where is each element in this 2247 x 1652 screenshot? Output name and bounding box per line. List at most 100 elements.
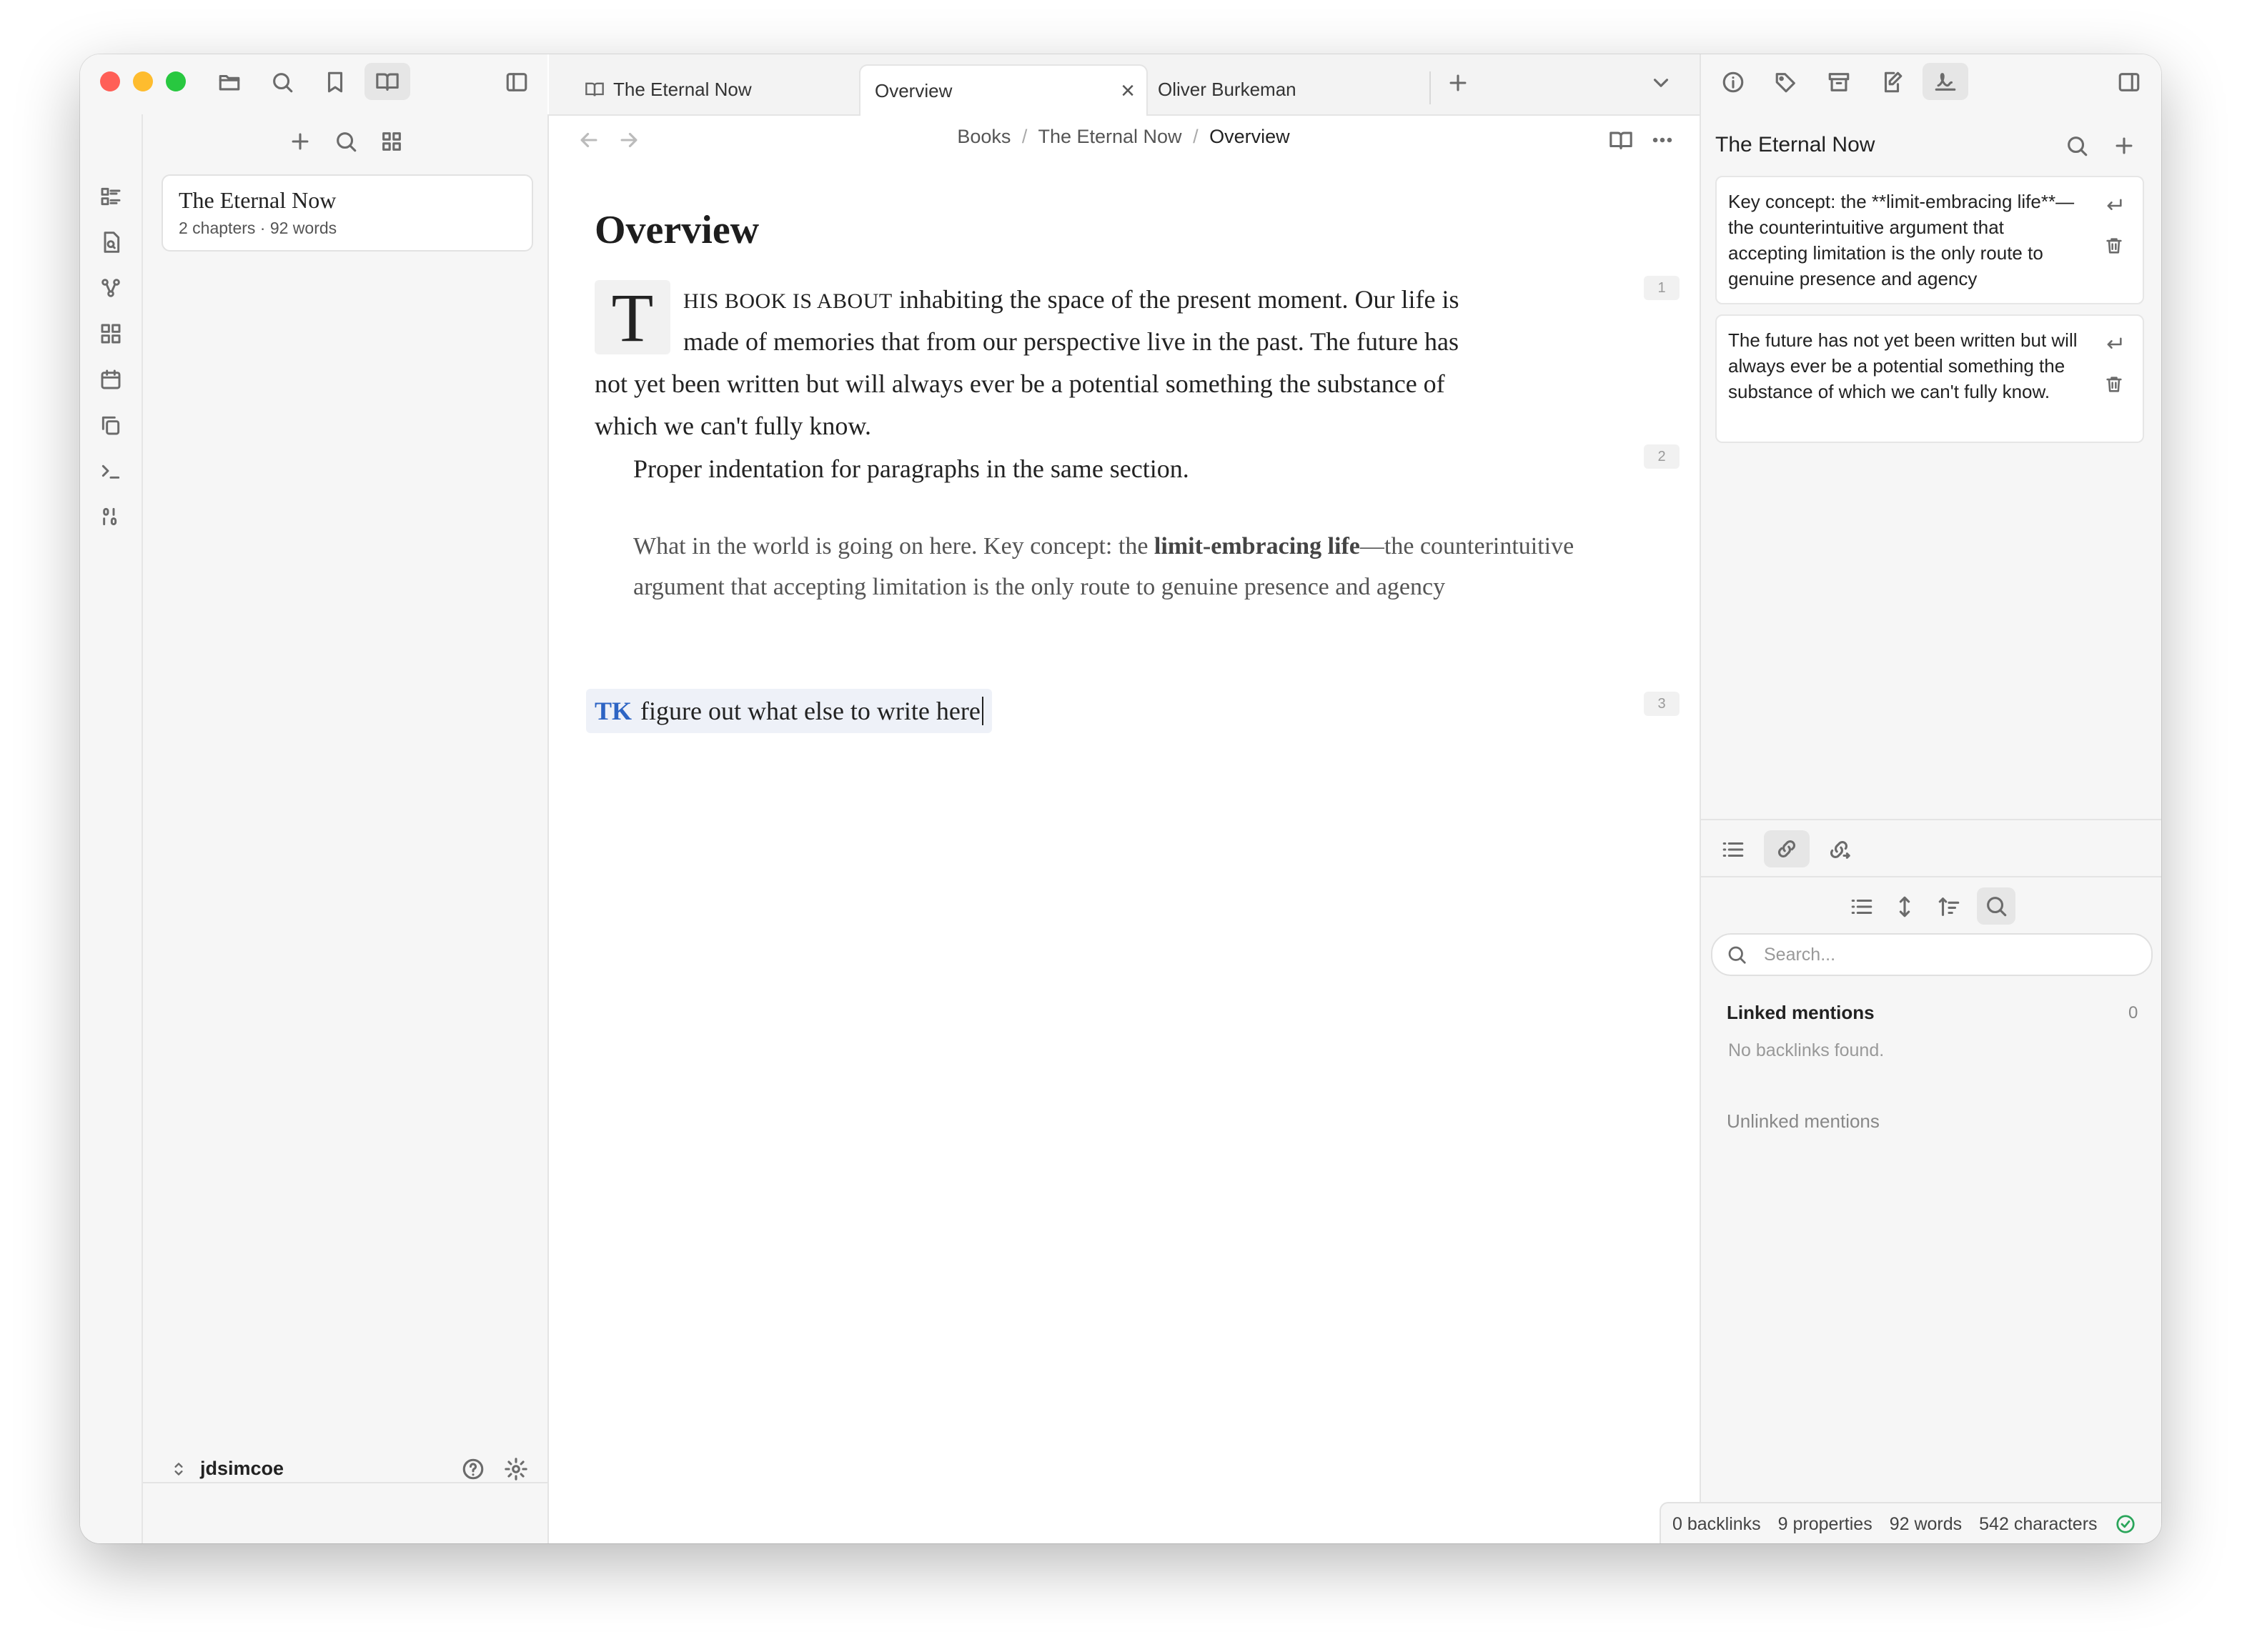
panel-divider <box>1700 876 2161 877</box>
document-heading: Overview <box>595 208 760 252</box>
small-caps-lead: HIS BOOK IS ABOUT <box>683 289 893 313</box>
insert-return-icon[interactable] <box>2100 191 2128 220</box>
tab-oliver-burkeman[interactable]: Oliver Burkeman <box>1158 64 1429 114</box>
outline-icon[interactable] <box>94 180 127 213</box>
status-bar: 0 backlinks 9 properties 92 words 542 ch… <box>1660 1502 2161 1543</box>
archive-icon[interactable] <box>1822 66 1855 99</box>
zoom-window-button[interactable] <box>166 71 186 91</box>
info-icon[interactable] <box>1717 66 1750 99</box>
unlinked-mentions-label[interactable]: Unlinked mentions <box>1727 1110 1880 1133</box>
plus-icon[interactable] <box>2108 130 2140 161</box>
breadcrumb-current[interactable]: Overview <box>1209 126 1290 147</box>
calendar-icon[interactable] <box>94 363 127 396</box>
tk-line[interactable]: TK figure out what else to write here <box>586 689 992 733</box>
ribbon-icons <box>80 114 142 1543</box>
vault-bar <box>143 1482 547 1543</box>
highlights-title: The Eternal Now <box>1715 133 1875 156</box>
chevron-down-icon[interactable] <box>1645 67 1677 99</box>
close-window-button[interactable] <box>100 71 120 91</box>
search-icon[interactable] <box>2061 130 2093 161</box>
status-characters[interactable]: 542 characters <box>1979 1514 2097 1535</box>
file-explorer-panel <box>143 114 549 1543</box>
collapse-results-icon[interactable] <box>1845 890 1878 923</box>
backlinks-icon[interactable] <box>1764 830 1810 867</box>
paragraph-line: made of memories that from our perspecti… <box>683 327 1459 356</box>
chevron-updown-icon[interactable] <box>164 1455 193 1483</box>
grid-view-icon[interactable] <box>376 126 407 157</box>
paragraph-line: which we can't fully know. <box>595 412 872 440</box>
sort-icon[interactable] <box>1933 890 1965 923</box>
settings-icon[interactable] <box>500 1453 532 1485</box>
more-options-icon[interactable] <box>1647 124 1678 156</box>
sync-ok-icon[interactable] <box>2115 1513 2136 1535</box>
tab-label: Oliver Burkeman <box>1158 78 1296 100</box>
blockquote: What in the world is going on here. Key … <box>633 526 1648 607</box>
linked-mentions-label[interactable]: Linked mentions <box>1727 1002 1875 1024</box>
search-icon[interactable] <box>266 66 299 99</box>
file-card-title: The Eternal Now <box>179 187 337 213</box>
panel-divider <box>1700 819 2161 820</box>
tk-marker: TK <box>595 697 633 725</box>
edit-file-icon[interactable] <box>1875 66 1908 99</box>
book-open-icon[interactable] <box>364 63 410 100</box>
insert-return-icon[interactable] <box>2100 330 2128 359</box>
search-icon <box>1721 939 1752 970</box>
status-properties[interactable]: 9 properties <box>1778 1514 1872 1535</box>
outgoing-links-icon[interactable] <box>1822 833 1855 866</box>
new-tab-icon[interactable] <box>1442 67 1474 99</box>
plus-icon[interactable] <box>284 126 316 157</box>
tags-icon[interactable] <box>1770 66 1802 99</box>
paragraph-line: Proper indentation for paragraphs in the… <box>633 454 1189 483</box>
book-open-icon <box>585 79 605 99</box>
bookmark-icon[interactable] <box>319 66 352 99</box>
trash-icon[interactable] <box>2100 370 2128 399</box>
tab-overview[interactable]: Overview × <box>859 64 1148 116</box>
linked-mentions-count: 0 <box>2128 1003 2138 1022</box>
line-number: 3 <box>1644 692 1680 716</box>
breadcrumb-separator: / <box>1021 126 1028 147</box>
expand-context-icon[interactable] <box>1888 890 1921 923</box>
graph-icon[interactable] <box>94 272 127 304</box>
trash-icon[interactable] <box>2100 232 2128 260</box>
breadcrumb: Books / The Eternal Now / Overview <box>549 126 1698 148</box>
backlinks-search-input[interactable] <box>1762 942 2137 967</box>
vault-name[interactable]: jdsimcoe <box>200 1458 284 1480</box>
tab-label: The Eternal Now <box>613 78 752 100</box>
terminal-icon[interactable] <box>94 454 127 487</box>
signature-icon[interactable] <box>1923 63 1968 100</box>
highlight-card[interactable]: The future has not yet been written but … <box>1715 314 2144 443</box>
tab-divider <box>1429 71 1431 104</box>
app-window: The Eternal Now 2 chapters · 92 words jd… <box>80 54 2161 1543</box>
status-backlinks[interactable]: 0 backlinks <box>1672 1514 1761 1535</box>
quote-bold: limit-embracing life <box>1154 533 1360 559</box>
list-icon[interactable] <box>1717 833 1750 866</box>
tab-label: Overview <box>875 79 953 101</box>
folder-icon[interactable] <box>213 66 246 99</box>
help-icon[interactable] <box>457 1453 489 1485</box>
minimize-window-button[interactable] <box>133 71 153 91</box>
breadcrumb-books[interactable]: Books <box>957 126 1011 147</box>
text-caret <box>981 697 983 725</box>
drop-cap: T <box>595 279 670 356</box>
search-filter-icon[interactable] <box>1977 887 2015 925</box>
breadcrumb-the-eternal-now[interactable]: The Eternal Now <box>1038 126 1181 147</box>
tab-the-eternal-now[interactable]: The Eternal Now <box>585 64 856 114</box>
binary-icon[interactable] <box>94 500 127 533</box>
quote-text: What in the world is going on here. Key … <box>633 533 1154 559</box>
reading-view-icon[interactable] <box>1605 124 1637 156</box>
paragraph-text: inhabiting the space of the present mome… <box>892 285 1459 314</box>
tk-text: figure out what else to write here <box>640 697 981 725</box>
sidebar-right-toggle-icon[interactable] <box>2113 66 2146 99</box>
search-icon[interactable] <box>330 126 362 157</box>
file-search-icon[interactable] <box>94 226 127 259</box>
close-tab-icon[interactable]: × <box>1121 77 1135 105</box>
highlight-card[interactable]: Key concept: the **limit-embracing life*… <box>1715 176 2144 304</box>
grid-icon[interactable] <box>94 317 127 350</box>
backlinks-search-field[interactable] <box>1711 933 2153 976</box>
file-card-meta: 2 chapters · 92 words <box>179 219 337 237</box>
copy-icon[interactable] <box>94 409 127 442</box>
breadcrumb-separator: / <box>1193 126 1199 147</box>
file-card[interactable]: The Eternal Now 2 chapters · 92 words <box>162 174 533 252</box>
sidebar-left-toggle-icon[interactable] <box>500 66 533 99</box>
status-words[interactable]: 92 words <box>1890 1514 1962 1535</box>
